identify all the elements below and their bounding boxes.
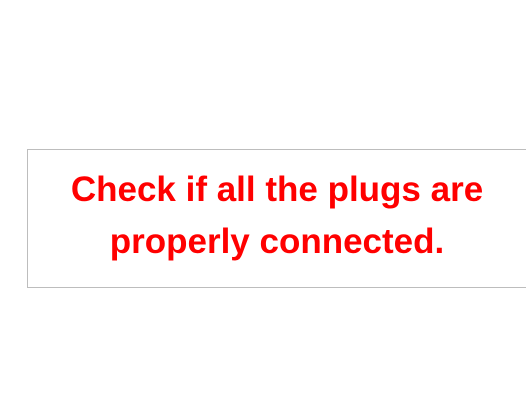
page: Check if all the plugs are properly conn… bbox=[0, 0, 526, 412]
message-line-2: properly connected. bbox=[109, 222, 445, 261]
warning-message: Check if all the plugs are properly conn… bbox=[28, 164, 526, 268]
message-box: Check if all the plugs are properly conn… bbox=[27, 149, 526, 288]
message-line-1: Check if all the plugs are bbox=[70, 170, 484, 209]
